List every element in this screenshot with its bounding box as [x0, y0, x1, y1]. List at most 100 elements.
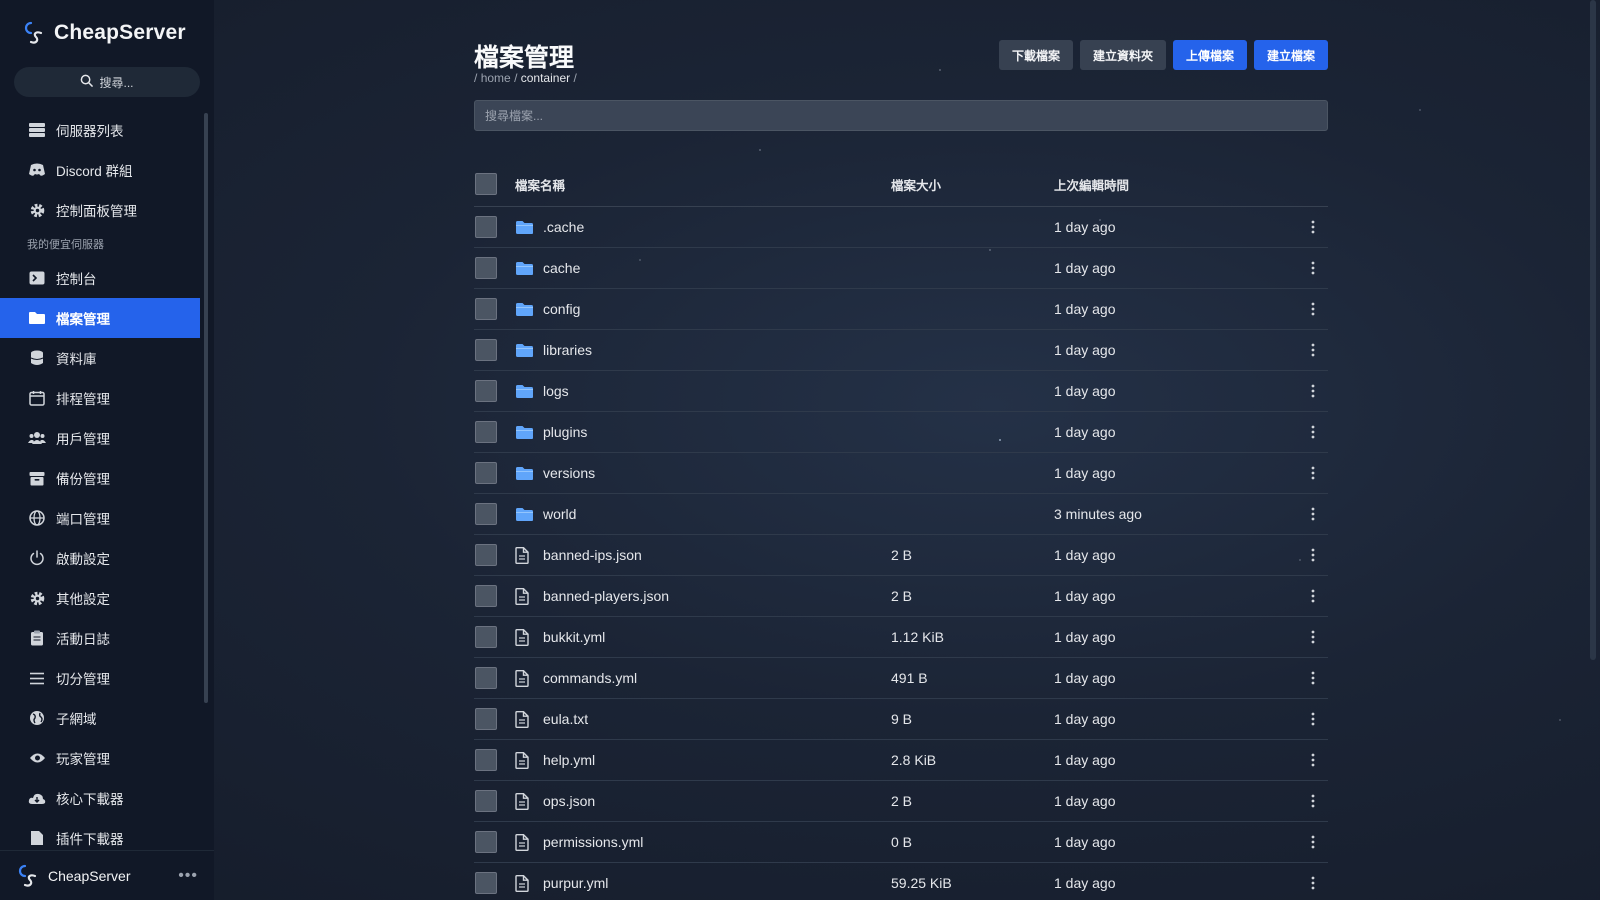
column-header-size[interactable]: 檔案大小 — [891, 175, 1054, 194]
row-checkbox[interactable] — [475, 503, 497, 525]
file-name-cell[interactable]: help.yml — [497, 751, 891, 769]
kebab-menu-icon[interactable] — [1298, 630, 1328, 644]
kebab-menu-icon[interactable] — [1298, 876, 1328, 890]
sidebar-scrollbar[interactable] — [204, 113, 208, 703]
row-checkbox[interactable] — [475, 257, 497, 279]
sidebar-item-server-list[interactable]: 伺服器列表 — [0, 110, 200, 150]
row-checkbox[interactable] — [475, 380, 497, 402]
table-row[interactable]: banned-ips.json 2 B 1 day ago — [474, 535, 1328, 576]
table-row[interactable]: libraries 1 day ago — [474, 330, 1328, 371]
upload-file-button[interactable]: 上傳檔案 — [1172, 40, 1247, 70]
sidebar-item-other-settings[interactable]: 其他設定 — [0, 578, 200, 618]
sidebar-item-backups[interactable]: 備份管理 — [0, 458, 200, 498]
sidebar-item-split-management[interactable]: 切分管理 — [0, 658, 200, 698]
file-name-cell[interactable]: ops.json — [497, 792, 891, 810]
breadcrumb-container[interactable]: container — [521, 71, 570, 85]
row-checkbox[interactable] — [475, 339, 497, 361]
kebab-menu-icon[interactable] — [1298, 794, 1328, 808]
column-header-name[interactable]: 檔案名稱 — [497, 175, 891, 194]
file-name-cell[interactable]: libraries — [497, 341, 891, 359]
sidebar-item-core-downloader[interactable]: 核心下載器 — [0, 778, 200, 818]
row-checkbox[interactable] — [475, 585, 497, 607]
brand-logo[interactable]: CheapServer — [22, 20, 186, 46]
file-name-cell[interactable]: world — [497, 505, 891, 523]
kebab-menu-icon[interactable] — [1298, 302, 1328, 316]
sidebar-item-startup[interactable]: 啟動設定 — [0, 538, 200, 578]
table-row[interactable]: bukkit.yml 1.12 KiB 1 day ago — [474, 617, 1328, 658]
kebab-menu-icon[interactable] — [1298, 589, 1328, 603]
sidebar-item-subdomain[interactable]: 子網域 — [0, 698, 200, 738]
table-row[interactable]: plugins 1 day ago — [474, 412, 1328, 453]
create-folder-button[interactable]: 建立資料夾 — [1079, 40, 1166, 70]
table-row[interactable]: world 3 minutes ago — [474, 494, 1328, 535]
file-name-cell[interactable]: .cache — [497, 218, 891, 236]
kebab-menu-icon[interactable] — [1298, 548, 1328, 562]
sidebar-search[interactable]: 搜尋... — [14, 67, 200, 97]
user-bar[interactable]: CheapServer ••• — [0, 850, 214, 900]
sidebar-item-plugin-downloader[interactable]: 插件下載器 — [0, 818, 200, 850]
kebab-menu-icon[interactable] — [1298, 343, 1328, 357]
kebab-menu-icon[interactable] — [1298, 507, 1328, 521]
sidebar-item-ports[interactable]: 端口管理 — [0, 498, 200, 538]
create-file-button[interactable]: 建立檔案 — [1253, 40, 1328, 70]
sidebar-item-panel-settings[interactable]: 控制面板管理 — [0, 190, 200, 230]
column-header-modified[interactable]: 上次編輯時間 — [1054, 175, 1328, 194]
sidebar-item-discord[interactable]: Discord 群組 — [0, 150, 200, 190]
row-checkbox[interactable] — [475, 831, 497, 853]
row-checkbox[interactable] — [475, 626, 497, 648]
file-name-cell[interactable]: banned-ips.json — [497, 546, 891, 564]
table-row[interactable]: cache 1 day ago — [474, 248, 1328, 289]
sidebar-item-players[interactable]: 玩家管理 — [0, 738, 200, 778]
more-options-icon[interactable]: ••• — [178, 867, 198, 885]
table-row[interactable]: banned-players.json 2 B 1 day ago — [474, 576, 1328, 617]
row-checkbox[interactable] — [475, 872, 497, 894]
row-checkbox[interactable] — [475, 544, 497, 566]
row-checkbox[interactable] — [475, 790, 497, 812]
sidebar-item-database[interactable]: 資料庫 — [0, 338, 200, 378]
file-name-cell[interactable]: permissions.yml — [497, 833, 891, 851]
kebab-menu-icon[interactable] — [1298, 466, 1328, 480]
download-files-button[interactable]: 下載檔案 — [998, 40, 1073, 70]
kebab-menu-icon[interactable] — [1298, 671, 1328, 685]
kebab-menu-icon[interactable] — [1298, 220, 1328, 234]
table-row[interactable]: commands.yml 491 B 1 day ago — [474, 658, 1328, 699]
table-row[interactable]: .cache 1 day ago — [474, 207, 1328, 248]
breadcrumb-home[interactable]: home — [481, 71, 511, 85]
sidebar-item-activity-log[interactable]: 活動日誌 — [0, 618, 200, 658]
row-checkbox[interactable] — [475, 667, 497, 689]
kebab-menu-icon[interactable] — [1298, 425, 1328, 439]
file-name-cell[interactable]: commands.yml — [497, 669, 891, 687]
row-checkbox[interactable] — [475, 216, 497, 238]
sidebar-item-schedules[interactable]: 排程管理 — [0, 378, 200, 418]
table-row[interactable]: versions 1 day ago — [474, 453, 1328, 494]
table-row[interactable]: logs 1 day ago — [474, 371, 1328, 412]
table-row[interactable]: ops.json 2 B 1 day ago — [474, 781, 1328, 822]
file-search-input[interactable] — [474, 100, 1328, 131]
table-row[interactable]: permissions.yml 0 B 1 day ago — [474, 822, 1328, 863]
page-scrollbar[interactable] — [1590, 0, 1596, 660]
kebab-menu-icon[interactable] — [1298, 835, 1328, 849]
sidebar-item-users[interactable]: 用戶管理 — [0, 418, 200, 458]
row-checkbox[interactable] — [475, 749, 497, 771]
row-checkbox[interactable] — [475, 298, 497, 320]
file-name-cell[interactable]: banned-players.json — [497, 587, 891, 605]
file-name-cell[interactable]: eula.txt — [497, 710, 891, 728]
table-row[interactable]: config 1 day ago — [474, 289, 1328, 330]
kebab-menu-icon[interactable] — [1298, 753, 1328, 767]
row-checkbox[interactable] — [475, 462, 497, 484]
file-name-cell[interactable]: bukkit.yml — [497, 628, 891, 646]
kebab-menu-icon[interactable] — [1298, 384, 1328, 398]
sidebar-item-console[interactable]: 控制台 — [0, 258, 200, 298]
file-name-cell[interactable]: logs — [497, 382, 891, 400]
row-checkbox[interactable] — [475, 421, 497, 443]
kebab-menu-icon[interactable] — [1298, 712, 1328, 726]
select-all-checkbox[interactable] — [475, 173, 497, 195]
file-name-cell[interactable]: cache — [497, 259, 891, 277]
table-row[interactable]: help.yml 2.8 KiB 1 day ago — [474, 740, 1328, 781]
row-checkbox[interactable] — [475, 708, 497, 730]
sidebar-item-file-manager[interactable]: 檔案管理 — [0, 298, 200, 338]
table-row[interactable]: purpur.yml 59.25 KiB 1 day ago — [474, 863, 1328, 900]
kebab-menu-icon[interactable] — [1298, 261, 1328, 275]
file-name-cell[interactable]: plugins — [497, 423, 891, 441]
file-name-cell[interactable]: purpur.yml — [497, 874, 891, 892]
